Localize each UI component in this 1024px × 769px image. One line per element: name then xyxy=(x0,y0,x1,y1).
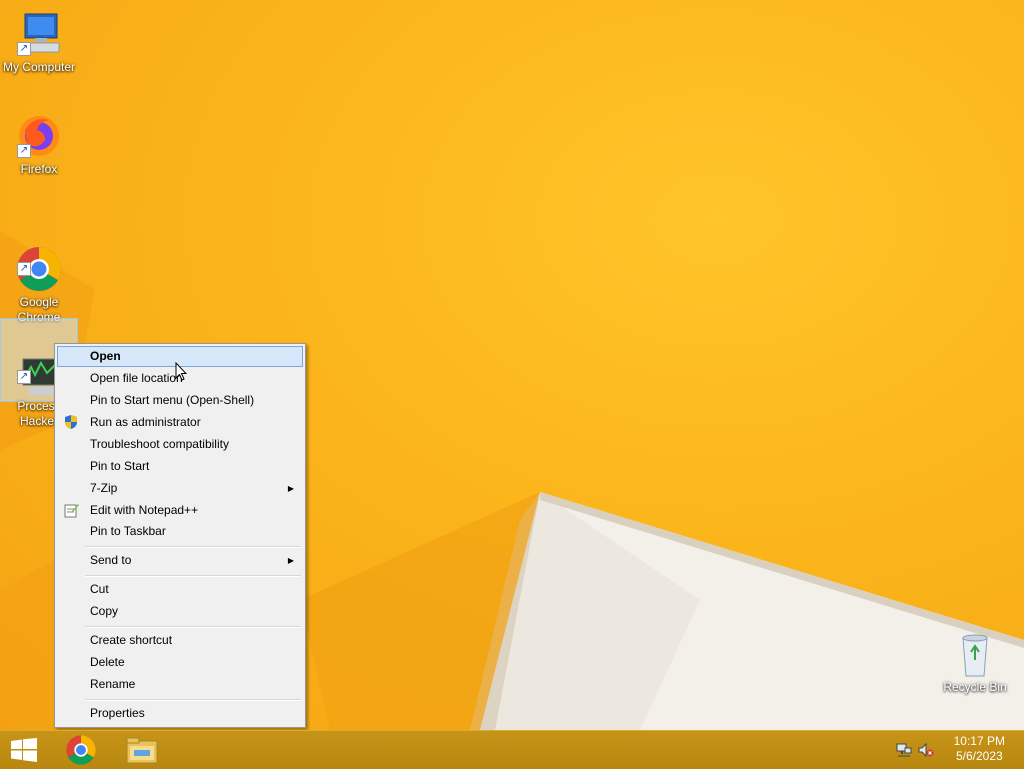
system-tray: 10:17 PM 5/6/2023 xyxy=(894,731,1024,769)
menu-item-delete[interactable]: Delete xyxy=(57,652,303,673)
menu-item-pin-to-taskbar[interactable]: Pin to Taskbar xyxy=(57,521,303,542)
menu-item-create-shortcut[interactable]: Create shortcut xyxy=(57,630,303,651)
desktop-icon-label: Firefox xyxy=(20,162,58,176)
windows-start-icon xyxy=(11,738,37,762)
recycle-bin-icon xyxy=(951,630,999,678)
volume-muted-icon[interactable] xyxy=(918,742,934,758)
menu-item-send-to[interactable]: Send to ▶ xyxy=(57,550,303,571)
menu-item-properties[interactable]: Properties xyxy=(57,703,303,724)
desktop-icon-label: My Computer xyxy=(2,60,76,74)
menu-separator xyxy=(85,546,301,548)
desktop-icon-firefox[interactable]: ↗ Firefox xyxy=(1,112,77,177)
menu-item-7-zip[interactable]: 7-Zip ▶ xyxy=(57,478,303,499)
menu-item-pin-to-start-menu-open-shell[interactable]: Pin to Start menu (Open-Shell) xyxy=(57,390,303,411)
desktop-icon-my-computer[interactable]: ↗ My Computer xyxy=(1,10,77,75)
start-button[interactable] xyxy=(0,731,54,769)
taskbar-file-explorer-button[interactable] xyxy=(116,731,170,769)
taskbar-clock[interactable]: 10:17 PM 5/6/2023 xyxy=(954,734,1005,764)
clock-date: 5/6/2023 xyxy=(955,749,1003,763)
menu-separator xyxy=(85,626,301,628)
menu-item-cut[interactable]: Cut xyxy=(57,579,303,600)
file-explorer-icon xyxy=(126,737,158,764)
taskbar: 10:17 PM 5/6/2023 xyxy=(0,730,1024,769)
mouse-cursor-icon xyxy=(175,362,187,381)
menu-item-pin-to-start[interactable]: Pin to Start xyxy=(57,456,303,477)
context-menu: Open Open file location Pin to Start men… xyxy=(54,343,306,728)
firefox-icon: ↗ xyxy=(15,112,63,160)
desktop-icon-recycle-bin[interactable]: Recycle Bin xyxy=(937,630,1013,695)
menu-item-rename[interactable]: Rename xyxy=(57,674,303,695)
chrome-icon: ↗ xyxy=(15,230,63,291)
menu-item-copy[interactable]: Copy xyxy=(57,601,303,622)
menu-separator xyxy=(85,699,301,701)
submenu-arrow-icon: ▶ xyxy=(287,484,294,493)
clock-time: 10:17 PM xyxy=(953,734,1005,748)
menu-item-troubleshoot-compatibility[interactable]: Troubleshoot compatibility xyxy=(57,434,303,455)
chrome-icon xyxy=(66,735,96,765)
network-icon[interactable] xyxy=(896,742,912,758)
submenu-arrow-icon: ▶ xyxy=(287,556,294,565)
menu-item-edit-with-notepadpp[interactable]: Edit with Notepad++ xyxy=(57,500,303,521)
menu-separator xyxy=(85,575,301,577)
desktop-icon-label: Recycle Bin xyxy=(943,680,1007,694)
uac-shield-icon xyxy=(63,414,79,430)
notepadpp-icon xyxy=(63,502,79,518)
menu-item-run-as-administrator[interactable]: Run as administrator xyxy=(57,412,303,433)
taskbar-chrome-button[interactable] xyxy=(56,731,110,769)
computer-icon: ↗ xyxy=(15,10,63,58)
